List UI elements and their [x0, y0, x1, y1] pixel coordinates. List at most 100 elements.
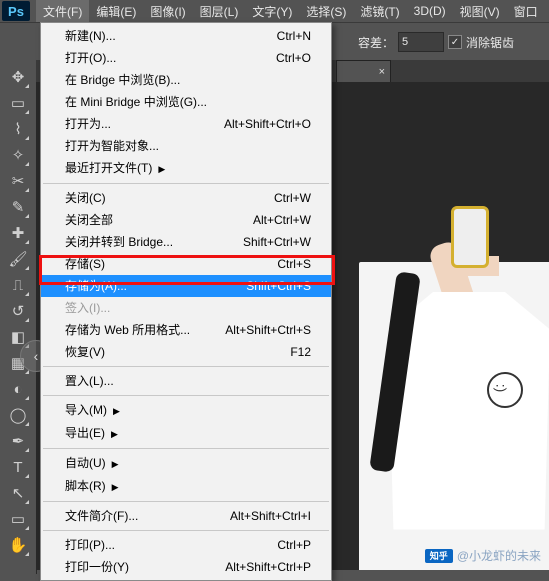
menu-item-shortcut: Alt+Shift+Ctrl+P	[225, 559, 311, 575]
menu-item[interactable]: 在 Bridge 中浏览(B)...	[41, 69, 331, 91]
menu-item[interactable]: 自动(U)	[41, 452, 331, 475]
menu-item-shortcut: Alt+Shift+Ctrl+I	[230, 508, 311, 524]
menu-item-shortcut: Ctrl+N	[277, 28, 311, 44]
tolerance-label: 容差：	[358, 34, 394, 51]
menu-item-label: 在 Bridge 中浏览(B)...	[65, 72, 180, 88]
menu-item[interactable]: 在 Mini Bridge 中浏览(G)...	[41, 91, 331, 113]
menu-item-shortcut: Shift+Ctrl+W	[243, 234, 311, 250]
menu-file[interactable]: 文件(F)	[36, 0, 89, 23]
menu-item-shortcut: Ctrl+P	[277, 537, 311, 553]
menu-item-shortcut: F12	[290, 344, 311, 360]
menu-item[interactable]: 恢复(V) F12	[41, 341, 331, 363]
menu-item-label: 关闭并转到 Bridge...	[65, 234, 173, 250]
menu-item-label: 打开为...	[65, 116, 111, 132]
menu-item: 签入(I)...	[41, 297, 331, 319]
menu-item-label: 打开为智能对象...	[65, 138, 159, 154]
menu-type[interactable]: 文字(Y)	[245, 0, 299, 23]
menu-item-label: 新建(N)...	[65, 28, 116, 44]
crop-tool-icon[interactable]: ✂	[6, 169, 30, 193]
history-brush-icon[interactable]: ↺	[6, 299, 30, 323]
menu-view[interactable]: 视图(V)	[453, 0, 507, 23]
menu-item-label: 自动(U)	[65, 455, 119, 472]
watermark: 知乎 @小龙虾的未来	[425, 547, 541, 564]
menu-item[interactable]: 置入(L)...	[41, 370, 331, 392]
menu-separator	[43, 530, 329, 531]
heal-tool-icon[interactable]: ✚	[6, 221, 30, 245]
menu-item[interactable]: 打开为... Alt+Shift+Ctrl+O	[41, 113, 331, 135]
menu-item[interactable]: 打开为智能对象...	[41, 135, 331, 157]
menubar: Ps 文件(F) 编辑(E) 图像(I) 图层(L) 文字(Y) 选择(S) 滤…	[0, 0, 549, 22]
menu-item[interactable]: 脚本(R)	[41, 475, 331, 498]
app-logo: Ps	[2, 1, 30, 21]
menu-item-label: 打印一份(Y)	[65, 559, 129, 575]
dodge-tool-icon[interactable]: ◯	[6, 403, 30, 427]
blur-tool-icon[interactable]: ◐	[6, 377, 30, 401]
document-image	[359, 262, 549, 570]
menu-filter[interactable]: 滤镜(T)	[353, 0, 406, 23]
menu-item[interactable]: 打印一份(Y) Alt+Shift+Ctrl+P	[41, 556, 331, 578]
eyedropper-tool-icon[interactable]: ✎	[6, 195, 30, 219]
path-tool-icon[interactable]: ↖	[6, 481, 30, 505]
menu-item-label: 打印(P)...	[65, 537, 115, 553]
shape-tool-icon[interactable]: ▭	[6, 507, 30, 531]
menu-item-shortcut: Alt+Shift+Ctrl+O	[224, 116, 311, 132]
menu-item[interactable]: 关闭并转到 Bridge... Shift+Ctrl+W	[41, 231, 331, 253]
type-tool-icon[interactable]: T	[6, 455, 30, 479]
menu-edit[interactable]: 编辑(E)	[89, 0, 143, 23]
menu-item[interactable]: 打印(P)... Ctrl+P	[41, 534, 331, 556]
move-tool-icon[interactable]: ✥	[6, 65, 30, 89]
menu-item-label: 置入(L)...	[65, 373, 114, 389]
brush-tool-icon[interactable]: 🖌	[6, 247, 30, 271]
menu-separator	[43, 366, 329, 367]
menu-item[interactable]: 存储为(A)... Shift+Ctrl+S	[41, 275, 331, 297]
menu-item-label: 导出(E)	[65, 425, 118, 442]
lasso-tool-icon[interactable]: ⌇	[6, 117, 30, 141]
menu-item-label: 签入(I)...	[65, 300, 110, 316]
menu-item-label: 存储为 Web 所用格式...	[65, 322, 190, 338]
antialias-label: 消除锯齿	[466, 34, 514, 51]
menu-item[interactable]: 存储为 Web 所用格式...Alt+Shift+Ctrl+S	[41, 319, 331, 341]
menu-window[interactable]: 窗口	[507, 0, 545, 23]
watermark-text: @小龙虾的未来	[457, 547, 541, 564]
menu-item-label: 在 Mini Bridge 中浏览(G)...	[65, 94, 207, 110]
menu-item[interactable]: 新建(N)... Ctrl+N	[41, 25, 331, 47]
menu-item-label: 导入(M)	[65, 402, 120, 419]
toolbox: ✥ ▭ ⌇ ✧ ✂ ✎ ✚ 🖌 ⎍ ↺ ◧ ▦ ◐ ◯ ✒ T ↖ ▭ ✋	[0, 60, 37, 574]
menu-separator	[43, 183, 329, 184]
menu-3d[interactable]: 3D(D)	[407, 1, 453, 21]
marquee-tool-icon[interactable]: ▭	[6, 91, 30, 115]
menu-item[interactable]: 最近打开文件(T)	[41, 157, 331, 180]
tolerance-input[interactable]	[398, 32, 444, 52]
menu-item-label: 最近打开文件(T)	[65, 160, 165, 177]
menu-item-label: 恢复(V)	[65, 344, 105, 360]
hand-tool-icon[interactable]: ✋	[6, 533, 30, 557]
menu-separator	[43, 448, 329, 449]
menu-item-label: 存储为(A)...	[65, 278, 127, 294]
menu-item-shortcut: Ctrl+O	[276, 50, 311, 66]
menu-select[interactable]: 选择(S)	[299, 0, 353, 23]
menu-item[interactable]: 存储(S)Ctrl+S	[41, 253, 331, 275]
menu-separator	[43, 395, 329, 396]
smiley-icon	[487, 372, 523, 408]
menu-item-shortcut: Ctrl+S	[277, 256, 311, 272]
stamp-tool-icon[interactable]: ⎍	[6, 273, 30, 297]
menu-item[interactable]: 导入(M)	[41, 399, 331, 422]
wand-tool-icon[interactable]: ✧	[6, 143, 30, 167]
close-icon[interactable]: ×	[379, 66, 385, 78]
menu-item-label: 文件简介(F)...	[65, 508, 138, 524]
menu-item[interactable]: 打开(O)... Ctrl+O	[41, 47, 331, 69]
menu-item-shortcut: Shift+Ctrl+S	[246, 278, 311, 294]
menu-item-label: 关闭(C)	[65, 190, 106, 206]
menu-image[interactable]: 图像(I)	[143, 0, 192, 23]
menu-layer[interactable]: 图层(L)	[193, 0, 246, 23]
menu-item[interactable]: 文件简介(F)... Alt+Shift+Ctrl+I	[41, 505, 331, 527]
document-tab[interactable]: ×	[336, 60, 391, 82]
menu-item[interactable]: 关闭全部Alt+Ctrl+W	[41, 209, 331, 231]
pen-tool-icon[interactable]: ✒	[6, 429, 30, 453]
menu-item[interactable]: 导出(E)	[41, 422, 331, 445]
menu-item-label: 打开(O)...	[65, 50, 116, 66]
zhihu-logo-icon: 知乎	[425, 549, 453, 563]
menu-separator	[43, 501, 329, 502]
antialias-checkbox[interactable]: ✓	[448, 35, 462, 49]
menu-item[interactable]: 关闭(C)Ctrl+W	[41, 187, 331, 209]
